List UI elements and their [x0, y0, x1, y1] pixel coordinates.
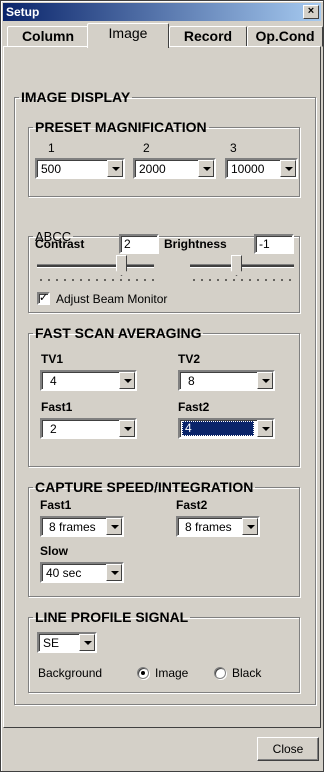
brightness-input[interactable]: -1 — [254, 234, 294, 254]
tab-op-cond[interactable]: Op.Cond — [247, 26, 323, 47]
fast1-label: Fast1 — [41, 400, 73, 414]
slow-label: Slow — [40, 544, 69, 558]
fast1-averaging-select[interactable]: 2 — [40, 418, 137, 439]
background-black-label: Black — [232, 666, 262, 680]
background-image-label: Image — [155, 666, 189, 680]
tv2-select[interactable]: 8 — [178, 370, 275, 391]
capture-fast1-value: 8 frames — [49, 520, 96, 534]
fast2-label: Fast2 — [178, 400, 210, 414]
line-profile-title: LINE PROFILE SIGNAL — [35, 609, 189, 625]
slow-select[interactable]: 40 sec — [40, 562, 124, 583]
setup-window: Setup × Column Image Record Op.Cond IMAG… — [0, 0, 324, 772]
tab-bar: Column Image Record Op.Cond — [3, 23, 323, 48]
chevron-down-icon[interactable] — [119, 420, 135, 437]
image-display-title: IMAGE DISPLAY — [21, 89, 131, 105]
chevron-down-icon[interactable] — [280, 160, 296, 177]
contrast-slider-track[interactable] — [37, 264, 154, 268]
window-title: Setup — [6, 5, 40, 19]
brightness-slider-ticks — [190, 278, 294, 282]
capture-fast2-value: 8 frames — [185, 520, 232, 534]
capture-speed-title: CAPTURE SPEED/INTEGRATION — [35, 479, 254, 495]
preset-value-1: 500 — [41, 162, 62, 176]
fast1-averaging-value: 2 — [50, 422, 57, 436]
preset-header-1: 1 — [48, 141, 55, 155]
chevron-down-icon[interactable] — [106, 564, 122, 581]
preset-magnification-3-select[interactable]: 10000 — [225, 158, 298, 179]
chevron-down-icon[interactable] — [242, 518, 258, 535]
brightness-slider-track[interactable] — [190, 264, 294, 268]
preset-value-2: 2000 — [139, 162, 166, 176]
tv2-label: TV2 — [178, 352, 201, 366]
chevron-down-icon[interactable] — [119, 372, 135, 389]
contrast-label: Contrast — [35, 237, 85, 251]
capture-fast1-label: Fast1 — [40, 498, 72, 512]
close-icon[interactable]: × — [303, 5, 319, 19]
tv1-value: 4 — [50, 374, 57, 388]
fast-scan-averaging-title: FAST SCAN AVERAGING — [35, 325, 202, 341]
chevron-down-icon[interactable] — [107, 160, 123, 177]
fast2-averaging-value: 4 — [182, 421, 254, 436]
title-bar[interactable]: Setup × — [3, 3, 321, 21]
tv1-label: TV1 — [41, 352, 64, 366]
preset-header-2: 2 — [143, 141, 150, 155]
adjust-beam-label: Adjust Beam Monitor — [56, 292, 168, 306]
image-tab-panel: IMAGE DISPLAY PRESET MAGNIFICATION 1 2 3… — [3, 46, 321, 728]
close-button[interactable]: Close — [257, 737, 319, 761]
capture-fast2-label: Fast2 — [176, 498, 208, 512]
preset-header-3: 3 — [230, 141, 237, 155]
fast2-averaging-select[interactable]: 4 — [178, 418, 275, 439]
preset-magnification-title: PRESET MAGNIFICATION — [35, 119, 207, 135]
preset-magnification-2-select[interactable]: 2000 — [133, 158, 216, 179]
background-image-radio[interactable] — [137, 667, 149, 679]
background-black-radio[interactable] — [214, 667, 226, 679]
chevron-down-icon[interactable] — [198, 160, 214, 177]
slow-value: 40 sec — [46, 566, 82, 580]
background-label: Background — [38, 666, 103, 680]
capture-fast2-select[interactable]: 8 frames — [176, 516, 260, 537]
adjust-beam-checkbox[interactable]: ✓ — [37, 292, 50, 305]
contrast-slider-ticks — [37, 278, 154, 282]
tab-column[interactable]: Column — [7, 26, 89, 47]
tv1-select[interactable]: 4 — [40, 370, 137, 391]
preset-magnification-1-select[interactable]: 500 — [35, 158, 125, 179]
preset-value-3: 10000 — [231, 162, 265, 176]
brightness-label: Brightness — [164, 237, 227, 251]
tab-record[interactable]: Record — [169, 26, 247, 47]
fast-scan-averaging-group: FAST SCAN AVERAGING — [28, 325, 300, 467]
tab-image[interactable]: Image — [87, 23, 169, 48]
chevron-down-icon[interactable] — [79, 634, 95, 651]
line-profile-signal-select[interactable]: SE — [37, 632, 97, 653]
chevron-down-icon[interactable] — [106, 518, 122, 535]
chevron-down-icon[interactable] — [257, 420, 273, 437]
contrast-input[interactable]: 2 — [119, 234, 159, 254]
chevron-down-icon[interactable] — [257, 372, 273, 389]
line-profile-signal-value: SE — [43, 636, 60, 650]
tv2-value: 8 — [188, 374, 195, 388]
capture-fast1-select[interactable]: 8 frames — [40, 516, 124, 537]
